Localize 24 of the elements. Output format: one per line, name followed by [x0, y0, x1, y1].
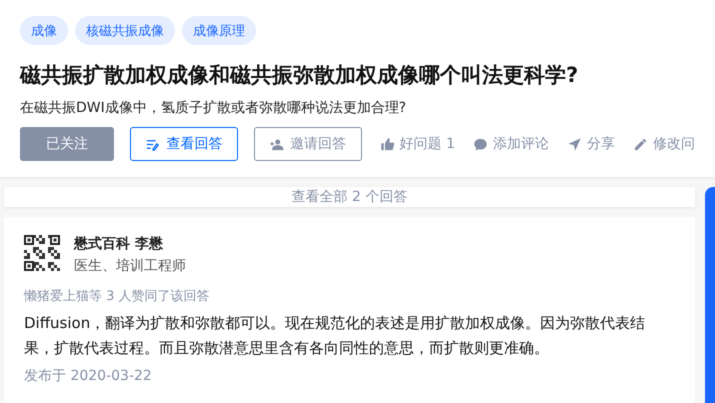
topic-tag[interactable]: 成像 — [20, 16, 68, 45]
comment-icon — [472, 136, 488, 152]
followed-button[interactable]: 已关注 — [20, 127, 114, 161]
invite-button[interactable]: 邀请回答 — [254, 127, 362, 161]
voters-text: 懒猪爱上猫等 3 人赞同了该回答 — [24, 288, 211, 305]
action-button[interactable]: 添加评论 — [472, 135, 549, 153]
action-button[interactable]: 好问题 1 — [380, 135, 455, 153]
view-answers-button[interactable]: 查看回答 — [130, 127, 238, 161]
question-detail: 在磁共振DWI成像中，氢质子扩散或者弥散哪种说法更加合理? — [20, 99, 408, 117]
add-person-icon — [269, 136, 284, 152]
publish-date: 发布于 2020-03-22 — [24, 367, 153, 385]
topic-tag[interactable]: 成像原理 — [182, 16, 256, 45]
paper-plane-icon — [566, 136, 582, 152]
qr-code-icon — [24, 235, 60, 271]
pencil-icon — [632, 136, 648, 152]
view-all-answers-button[interactable]: 查看全部 2 个回答 — [4, 187, 695, 207]
author-bio: 医生、培训工程师 — [74, 257, 186, 275]
action-button[interactable]: 分享 — [566, 135, 615, 153]
thumbs-up-icon — [380, 136, 395, 152]
question-title: 磁共振扩散加权成像和磁共振弥散加权成像哪个叫法更科学? — [20, 62, 580, 89]
topic-tag[interactable]: 核磁共振成像 — [75, 16, 175, 45]
answer-text: Diffusion，翻译为扩散和弥散都可以。现在规范化的表述是用扩散加权成像。因为弥散代表结果，扩散代表过程。而且弥散潜意思里含有各向同性的意思，而扩散则更准确。 — [24, 313, 646, 359]
author-name[interactable]: 懋式百科 李懋 — [74, 235, 186, 253]
action-button[interactable]: 修改问 — [632, 135, 695, 153]
